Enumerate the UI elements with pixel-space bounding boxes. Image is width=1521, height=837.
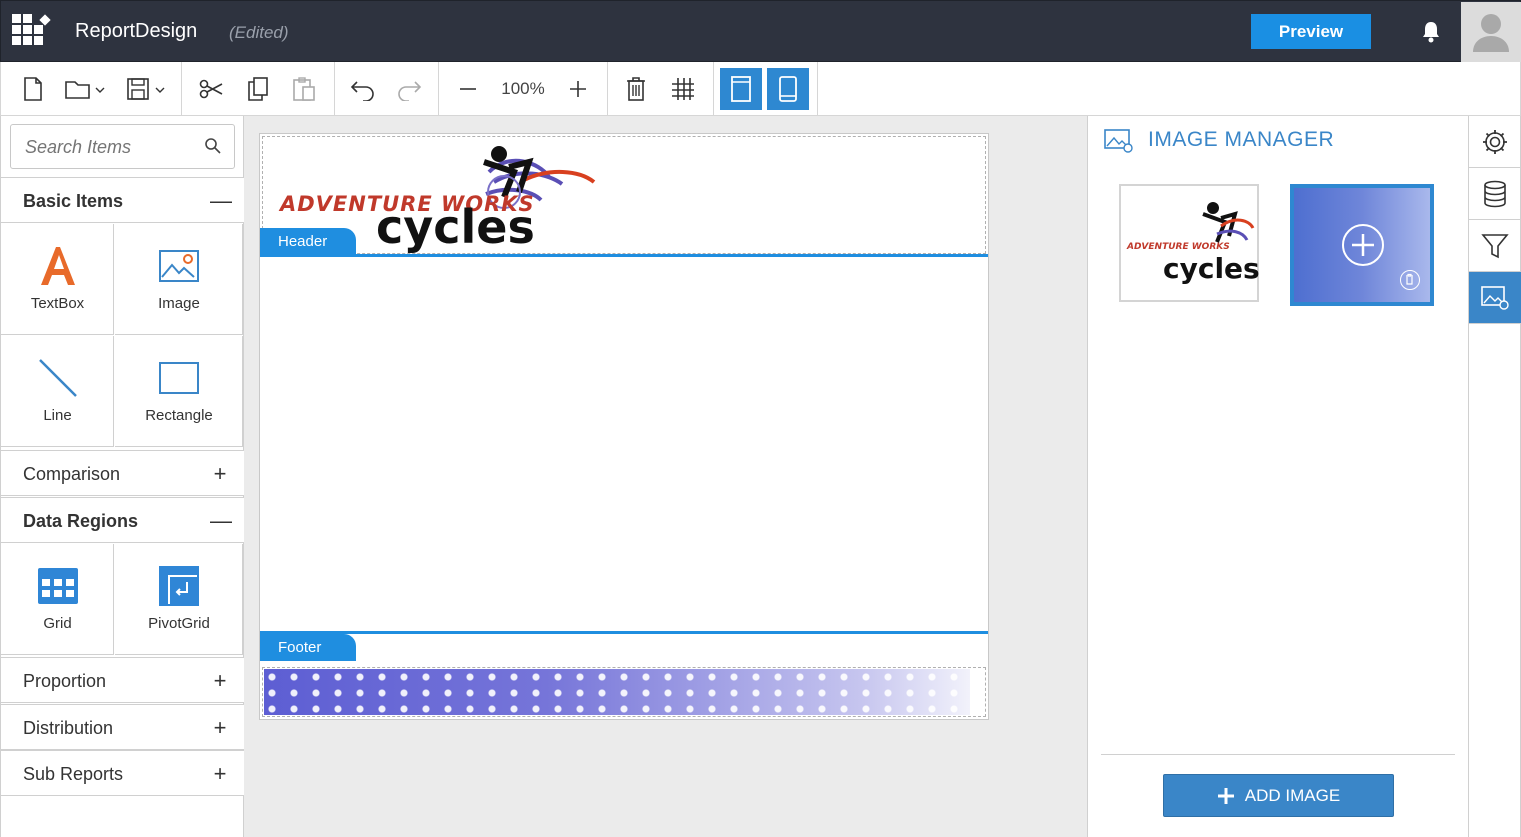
footer-band-tab[interactable]: Footer: [260, 634, 356, 661]
panel-divider: [1101, 754, 1455, 755]
image-manager-title: IMAGE MANAGER: [1148, 128, 1335, 151]
item-line[interactable]: Line: [1, 336, 114, 447]
textbox-icon: [1, 244, 114, 288]
section-comparison[interactable]: Comparison +: [1, 450, 244, 496]
section-label: Proportion: [23, 671, 107, 691]
properties-sidebar: [1468, 116, 1521, 837]
search-input[interactable]: [25, 135, 195, 159]
image-manager-button[interactable]: [1469, 272, 1521, 324]
item-textbox[interactable]: TextBox: [1, 224, 114, 335]
filter-button[interactable]: [1469, 220, 1521, 272]
item-label: Image: [158, 295, 200, 312]
open-folder-icon[interactable]: [63, 74, 111, 104]
section-sub-reports[interactable]: Sub Reports +: [1, 750, 244, 796]
collapse-icon[interactable]: —: [210, 508, 232, 534]
edit-status: (Edited): [229, 23, 289, 42]
item-label: Rectangle: [145, 407, 213, 424]
image-manager-panel: IMAGE MANAGER ADVENTURE WORKS cycles ADD…: [1087, 116, 1468, 837]
expand-icon[interactable]: +: [210, 761, 230, 787]
section-basic-items[interactable]: Basic Items —: [1, 177, 244, 223]
footer-pattern-image[interactable]: [264, 669, 970, 715]
add-image-label: ADD IMAGE: [1244, 785, 1341, 805]
undo-icon[interactable]: [348, 74, 378, 104]
delete-image-icon[interactable]: [1400, 270, 1420, 290]
copy-icon[interactable]: [243, 74, 273, 104]
logo-text-bottom: cycles: [376, 200, 535, 254]
line-icon: [1, 356, 114, 400]
save-icon[interactable]: [125, 74, 173, 104]
plus-icon: [1217, 787, 1234, 804]
section-proportion[interactable]: Proportion +: [1, 657, 244, 703]
item-label: Line: [43, 407, 72, 424]
redo-icon[interactable]: [394, 74, 424, 104]
new-file-icon[interactable]: [18, 74, 48, 104]
section-label: Data Regions: [23, 511, 139, 531]
zoom-out-icon[interactable]: [453, 74, 483, 104]
paste-icon[interactable]: [289, 74, 319, 104]
mobile-layout-icon: [779, 76, 797, 102]
settings-button[interactable]: [1469, 116, 1521, 168]
zoom-in-icon[interactable]: [563, 74, 593, 104]
item-pivotgrid[interactable]: PivotGrid: [115, 544, 243, 655]
filter-icon: [1481, 233, 1509, 258]
app-title: ReportDesign: [75, 20, 198, 42]
expand-icon[interactable]: +: [210, 715, 230, 741]
data-source-button[interactable]: [1469, 168, 1521, 220]
image-manager-icon: [1104, 128, 1134, 159]
image-thumbnail-logo[interactable]: ADVENTURE WORKS cycles: [1119, 184, 1260, 302]
search-box[interactable]: [10, 124, 235, 169]
section-data-regions[interactable]: Data Regions —: [1, 497, 244, 543]
database-icon: [1484, 180, 1506, 207]
image-settings-icon: [1481, 285, 1509, 310]
bell-icon[interactable]: [1418, 19, 1444, 45]
rectangle-icon: [115, 356, 243, 400]
search-icon[interactable]: [204, 137, 222, 160]
report-page[interactable]: ADVENTURE WORKS cycles Header Footer: [259, 133, 989, 720]
item-label: TextBox: [30, 295, 85, 312]
item-grid[interactable]: Grid: [1, 544, 114, 655]
section-label: Comparison: [23, 464, 121, 484]
section-distribution[interactable]: Distribution +: [1, 704, 244, 750]
top-bar: ReportDesign (Edited) Preview: [0, 0, 1521, 62]
footer-band-divider: [260, 631, 988, 634]
header-band-tab[interactable]: Header: [260, 228, 356, 255]
section-label: Sub Reports: [23, 764, 124, 784]
grid-icon[interactable]: [668, 74, 698, 104]
preview-button[interactable]: Preview: [1251, 14, 1371, 49]
add-image-button[interactable]: ADD IMAGE: [1163, 774, 1394, 817]
expand-icon[interactable]: +: [210, 668, 230, 694]
section-label: Distribution: [23, 718, 114, 738]
body-band[interactable]: [260, 257, 988, 631]
expand-icon[interactable]: +: [210, 461, 230, 487]
portrait-layout-button[interactable]: [720, 68, 762, 110]
item-label: Grid: [43, 615, 72, 632]
delete-icon[interactable]: [621, 74, 651, 104]
zoom-level[interactable]: 100%: [491, 79, 555, 99]
gear-icon: [1483, 129, 1507, 154]
apps-grid-icon[interactable]: [12, 14, 52, 52]
toolbar: 100%: [0, 62, 1521, 116]
section-label: Basic Items: [23, 191, 124, 211]
thumb-logo-text-top: ADVENTURE WORKS: [1127, 242, 1230, 252]
image-thumbnail-pattern-selected[interactable]: [1290, 184, 1434, 306]
portrait-layout-icon: [731, 76, 751, 102]
collapse-icon[interactable]: —: [210, 188, 232, 214]
cut-icon[interactable]: [196, 74, 226, 104]
mobile-layout-button[interactable]: [767, 68, 809, 110]
avatar[interactable]: [1461, 2, 1521, 62]
grid-table-icon: [1, 564, 114, 608]
pivotgrid-icon: [115, 564, 243, 608]
item-rectangle[interactable]: Rectangle: [115, 336, 243, 447]
image-icon: [115, 244, 243, 288]
design-canvas[interactable]: ADVENTURE WORKS cycles Header Footer: [244, 116, 1087, 837]
add-image-overlay-icon[interactable]: [1342, 224, 1384, 266]
item-panel: Basic Items — TextBox Image Line Rectang…: [0, 116, 244, 837]
thumb-logo-text-bottom: cycles: [1163, 252, 1260, 285]
item-label: PivotGrid: [148, 615, 210, 632]
item-image[interactable]: Image: [115, 224, 243, 335]
